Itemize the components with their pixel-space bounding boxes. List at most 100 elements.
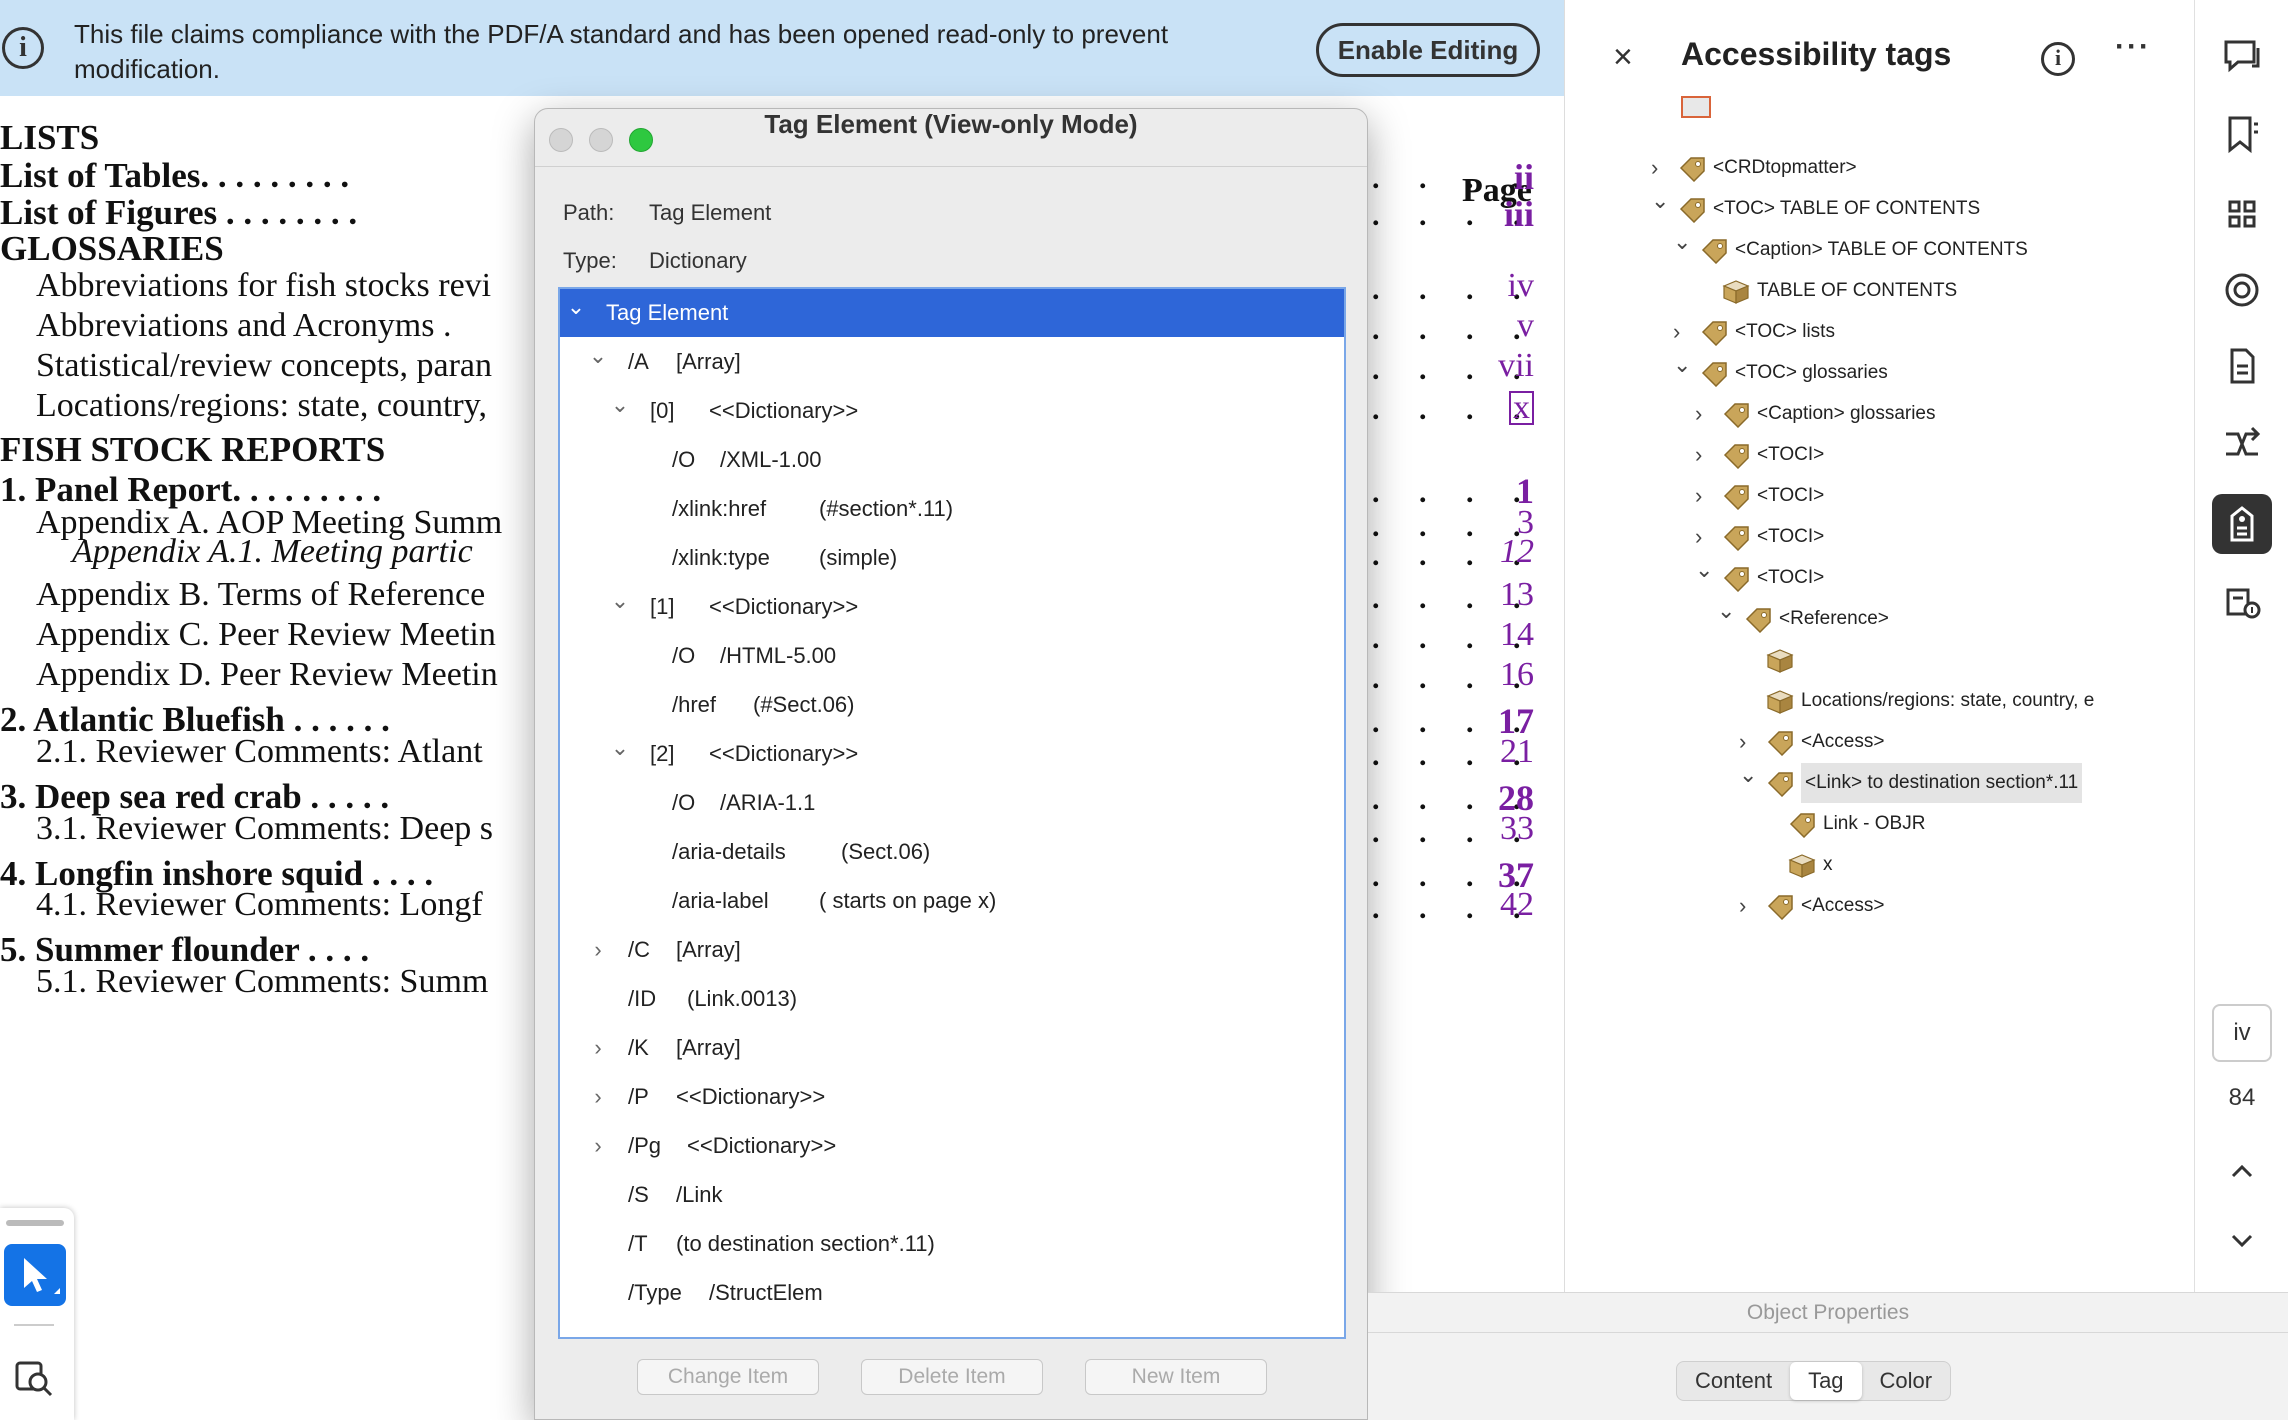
chevron-right-icon[interactable]: ›: [1695, 394, 1717, 434]
chevron-down-icon[interactable]: ⌄: [586, 332, 610, 380]
tag-tree-row[interactable]: › <Caption> glossaries: [1695, 394, 2194, 434]
chevron-down-icon[interactable]: ⌄: [608, 724, 632, 772]
tree-row[interactable]: › /P <<Dictionary>>: [560, 1073, 1344, 1121]
tag-tree-row[interactable]: ⌄ <TOCI>: [1695, 557, 2194, 598]
tab-color[interactable]: Color: [1862, 1362, 1951, 1400]
toc-page-number[interactable]: 33: [1500, 810, 1534, 848]
tree-row[interactable]: ⌄/A [Array]: [560, 338, 1344, 386]
toc-page-number[interactable]: iv: [1508, 267, 1534, 305]
thumbnails-button[interactable]: [2212, 184, 2272, 244]
tag-tree-row[interactable]: › <Access>: [1739, 722, 2194, 762]
tag-tree-row[interactable]: TABLE OF CONTENTS: [1695, 271, 2194, 311]
toc-page-number[interactable]: 13: [1500, 576, 1534, 614]
chevron-right-icon[interactable]: ›: [586, 926, 610, 974]
delete-item-button[interactable]: Delete Item: [861, 1359, 1043, 1395]
enable-editing-button[interactable]: Enable Editing: [1316, 23, 1540, 77]
find-text-button[interactable]: [14, 1358, 54, 1398]
toc-entry[interactable]: LISTS: [0, 118, 99, 158]
page-button[interactable]: [2212, 336, 2272, 396]
tree-row[interactable]: /xlink:type (simple): [560, 534, 1344, 582]
tag-tree-row[interactable]: ⌄ <Caption> TABLE OF CONTENTS: [1673, 229, 2194, 270]
chevron-down-icon[interactable]: ⌄: [564, 283, 588, 331]
tag-tree-row[interactable]: [1739, 640, 2194, 680]
tag-tree-row[interactable]: › <Access>: [1739, 886, 2194, 926]
next-page-button[interactable]: [2195, 1226, 2288, 1258]
tag-tree-row[interactable]: › <TOCI>: [1695, 476, 2194, 516]
toc-page-number[interactable]: 16: [1500, 656, 1534, 694]
tree-row[interactable]: › /K [Array]: [560, 1024, 1344, 1072]
accessibility-tags-button[interactable]: [2212, 494, 2272, 554]
tree-row[interactable]: /ID (Link.0013): [560, 975, 1344, 1023]
chevron-down-icon[interactable]: ⌄: [1673, 345, 1695, 385]
toc-entry[interactable]: 5.1. Reviewer Comments: Summ: [36, 963, 488, 1001]
tree-row[interactable]: ⌄ [1] <<Dictionary>>: [560, 583, 1344, 631]
toc-entry[interactable]: Appendix B. Terms of Reference: [36, 576, 485, 614]
close-panel-button[interactable]: ×: [1613, 38, 1633, 77]
toc-page-number[interactable]: 14: [1500, 616, 1534, 654]
bookmarks-button[interactable]: [2212, 104, 2272, 164]
toc-entry[interactable]: Abbreviations for fish stocks revi: [36, 267, 491, 305]
change-item-button[interactable]: Change Item: [637, 1359, 819, 1395]
tree-row[interactable]: › /C [Array]: [560, 926, 1344, 974]
chevron-down-icon[interactable]: ⌄: [1673, 222, 1695, 262]
chevron-down-icon[interactable]: ⌄: [1695, 550, 1717, 590]
toc-entry[interactable]: Appendix A.1. Meeting partic: [72, 533, 473, 571]
tab-tag[interactable]: Tag: [1790, 1362, 1862, 1400]
tree-row[interactable]: /href (#Sect.06): [560, 681, 1344, 729]
toc-entry[interactable]: List of Figures . . . . . . . .: [0, 193, 357, 233]
drag-handle[interactable]: [6, 1220, 64, 1226]
toc-page-number[interactable]: 12: [1500, 533, 1534, 571]
toc-page-number[interactable]: 42: [1500, 886, 1534, 924]
chevron-down-icon[interactable]: ⌄: [1717, 591, 1739, 631]
target-button[interactable]: [2212, 260, 2272, 320]
comment-button[interactable]: [2212, 26, 2272, 86]
toc-entry[interactable]: Abbreviations and Acronyms .: [36, 307, 452, 345]
tree-row-selected[interactable]: ⌄ Tag Element: [560, 289, 1344, 337]
tree-row[interactable]: /aria-label ( starts on page x): [560, 877, 1344, 925]
tag-tree-row[interactable]: Link - OBJR: [1761, 804, 2194, 844]
toc-entry[interactable]: 3.1. Reviewer Comments: Deep s: [36, 810, 493, 848]
tree-row[interactable]: ⌄ [2] <<Dictionary>>: [560, 730, 1344, 778]
tree-row[interactable]: ⌄ [0] <<Dictionary>>: [560, 387, 1344, 435]
toc-entry[interactable]: List of Tables. . . . . . . . .: [0, 156, 349, 196]
reading-order-button[interactable]: [2212, 572, 2272, 632]
toc-page-number[interactable]: vii: [1498, 347, 1534, 385]
tree-row[interactable]: /O/ARIA-1.1: [560, 779, 1344, 827]
tree-row[interactable]: /O/HTML-5.00: [560, 632, 1344, 680]
tag-tree-row[interactable]: › <CRDtopmatter>: [1651, 148, 2194, 188]
previous-page-button[interactable]: [2195, 1156, 2288, 1188]
tag-tree-row[interactable]: ⌄ <TOC> TABLE OF CONTENTS: [1651, 188, 2194, 229]
more-options-icon[interactable]: ···: [2115, 30, 2151, 64]
select-tool-button[interactable]: [4, 1244, 66, 1306]
tag-tree-row[interactable]: › <TOCI>: [1695, 435, 2194, 475]
tree-row[interactable]: /O/XML-1.00: [560, 436, 1344, 484]
tag-row-partial[interactable]: ⌄: [1653, 96, 2073, 120]
toc-entry[interactable]: Statistical/review concepts, paran: [36, 347, 492, 385]
toc-page-number[interactable]: iii: [1504, 193, 1534, 235]
tree-row[interactable]: /T (to destination section*.11): [560, 1220, 1344, 1268]
chevron-right-icon[interactable]: ›: [1695, 476, 1717, 516]
tag-element-tree[interactable]: ⌄ Tag Element ⌄/A [Array] ⌄ [0] <<Dictionary>>…: [558, 287, 1346, 1339]
info-icon[interactable]: i: [2041, 42, 2075, 76]
tag-tree-row[interactable]: › <TOCI>: [1695, 517, 2194, 557]
tag-tree-row[interactable]: Locations/regions: state, country, e: [1739, 681, 2194, 721]
toc-page-number[interactable]: x: [1509, 391, 1534, 425]
tag-tree-row[interactable]: ⌄ <TOC> glossaries: [1673, 352, 2194, 393]
new-item-button[interactable]: New Item: [1085, 1359, 1267, 1395]
reorder-button[interactable]: [2212, 414, 2272, 474]
tree-row[interactable]: /S/Link: [560, 1171, 1344, 1219]
toc-page-number[interactable]: ii: [1514, 156, 1534, 198]
chevron-right-icon[interactable]: ›: [586, 1122, 610, 1170]
toc-entry[interactable]: Appendix D. Peer Review Meetin: [36, 656, 498, 694]
tab-content[interactable]: Content: [1677, 1362, 1790, 1400]
toc-entry[interactable]: 2.1. Reviewer Comments: Atlant: [36, 733, 483, 771]
tag-tree-row[interactable]: x: [1761, 845, 2194, 885]
chevron-down-icon[interactable]: ⌄: [608, 577, 632, 625]
toc-entry[interactable]: 4.1. Reviewer Comments: Longf: [36, 886, 483, 924]
tag-tree-row[interactable]: › <TOC> lists: [1673, 312, 2194, 352]
chevron-right-icon[interactable]: ›: [586, 1024, 610, 1072]
tag-tree-row[interactable]: ⌄ <Reference>: [1717, 598, 2194, 639]
tree-row[interactable]: › /Pg <<Dictionary>>: [560, 1122, 1344, 1170]
toc-entry[interactable]: Appendix C. Peer Review Meetin: [36, 616, 496, 654]
toc-entry[interactable]: FISH STOCK REPORTS: [0, 430, 385, 470]
